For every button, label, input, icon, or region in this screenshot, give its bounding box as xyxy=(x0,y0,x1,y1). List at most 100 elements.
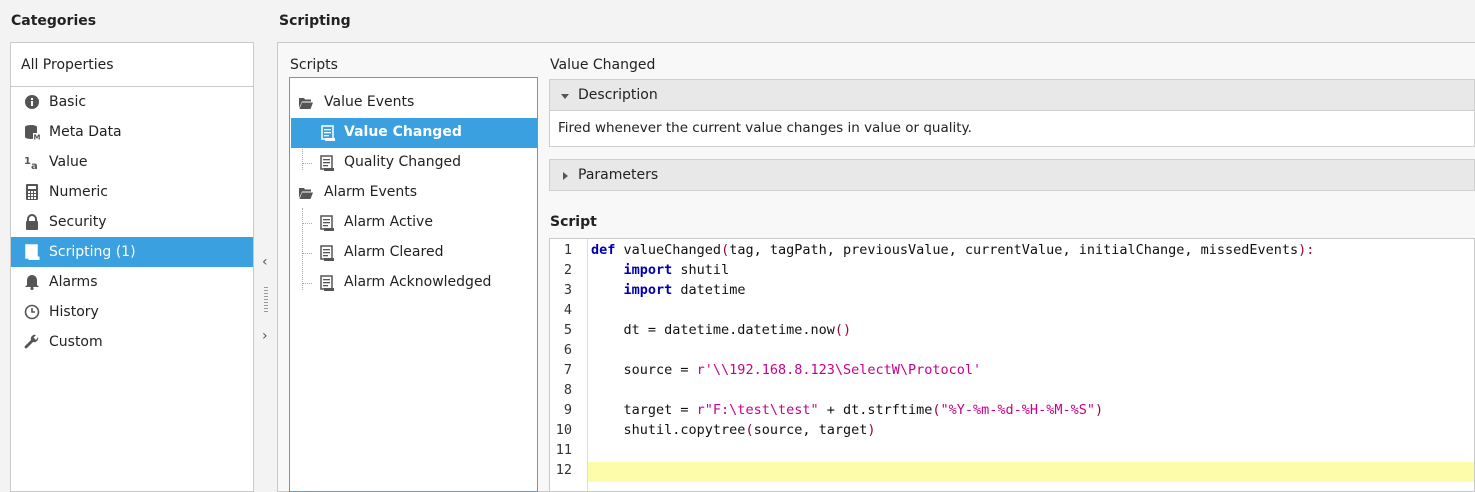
line-number-gutter: 1 2 3 4 5 6 7 8 9 10 11 12 xyxy=(550,239,588,491)
code-keyword: import xyxy=(623,282,673,298)
code-line-1: def valueChanged(tag, tagPath, previousV… xyxy=(591,242,1314,258)
code-text: + dt.strftime xyxy=(818,402,933,418)
parameters-label: Parameters xyxy=(578,167,659,183)
code-line-3: import datetime xyxy=(591,282,746,298)
category-meta-data[interactable]: M Meta Data xyxy=(11,117,253,147)
script-icon xyxy=(319,215,335,231)
description-text: Fired whenever the current value changes… xyxy=(549,111,1475,147)
code-text: target = xyxy=(623,402,697,418)
tree-label: Value Events xyxy=(324,94,415,110)
svg-text:a: a xyxy=(31,161,38,170)
line-number: 8 xyxy=(563,382,572,398)
database-icon: M xyxy=(24,124,40,140)
script-icon xyxy=(319,155,335,171)
tree-item-quality-changed[interactable]: Quality Changed xyxy=(290,148,537,178)
script-icon xyxy=(320,125,336,141)
tree-label: Alarm Active xyxy=(344,214,433,230)
categories-header: Categories xyxy=(11,13,97,29)
line-number: 3 xyxy=(563,282,572,298)
script-icon xyxy=(319,245,335,261)
line-number: 7 xyxy=(563,362,572,378)
code-line-5: dt = datetime.datetime.now() xyxy=(591,322,852,338)
category-value[interactable]: 1a Value xyxy=(11,147,253,177)
category-label: Basic xyxy=(49,94,87,110)
parameters-section-header[interactable]: Parameters xyxy=(549,159,1475,191)
category-label: History xyxy=(49,304,99,320)
category-history[interactable]: History xyxy=(11,297,253,327)
current-line-highlight xyxy=(588,462,1474,482)
code-paren: ( xyxy=(932,402,941,418)
code-string: r"F:\test\test" xyxy=(696,402,819,418)
caret-down-icon xyxy=(560,89,570,99)
tree-label: Quality Changed xyxy=(344,154,461,170)
calculator-icon xyxy=(24,184,40,200)
category-custom[interactable]: Custom xyxy=(11,327,253,357)
line-number: 6 xyxy=(563,342,572,358)
splitter-grip-icon[interactable] xyxy=(264,287,268,313)
expand-right-icon[interactable]: › xyxy=(262,328,268,344)
script-icon xyxy=(319,275,335,291)
line-number: 5 xyxy=(563,322,572,338)
line-number: 11 xyxy=(555,442,572,458)
tree-item-alarm-cleared[interactable]: Alarm Cleared xyxy=(290,238,537,268)
line-number: 12 xyxy=(555,462,572,478)
code-string: "%Y-%m-%d-%H-%M-%S" xyxy=(940,402,1095,418)
category-alarms[interactable]: Alarms xyxy=(11,267,253,297)
script-label: Script xyxy=(550,214,597,230)
description-section-header[interactable]: Description xyxy=(549,79,1475,111)
collapse-left-icon[interactable]: ‹ xyxy=(262,254,268,270)
script-editor[interactable]: 1 2 3 4 5 6 7 8 9 10 11 12 def valueChan… xyxy=(549,238,1475,492)
code-paren: ): xyxy=(1298,242,1315,258)
code-line-2: import shutil xyxy=(591,262,730,278)
tree-label: Value Changed xyxy=(344,124,462,140)
tree-folder-value-events[interactable]: Value Events xyxy=(290,88,537,118)
category-security[interactable]: Security xyxy=(11,207,253,237)
code-line-10: shutil.copytree(source, target) xyxy=(591,422,876,438)
line-number: 4 xyxy=(563,302,572,318)
categories-panel: All Properties Basic M Meta Data 1a Valu… xyxy=(10,42,254,492)
code-keyword: import xyxy=(623,262,673,278)
tree-item-value-changed[interactable]: Value Changed xyxy=(291,118,537,148)
category-label: All Properties xyxy=(21,57,114,73)
code-text: valueChanged xyxy=(615,242,722,258)
script-icon xyxy=(24,244,40,260)
scripting-header: Scripting xyxy=(279,13,351,29)
svg-text:M: M xyxy=(34,134,41,141)
code-line-9: target = r"F:\test\test" + dt.strftime("… xyxy=(591,402,1104,418)
detail-title: Value Changed xyxy=(550,57,656,73)
code-paren: ) xyxy=(867,422,876,438)
line-number: 1 xyxy=(563,242,572,258)
line-number: 2 xyxy=(563,262,572,278)
description-label: Description xyxy=(578,87,658,103)
code-text: shutil xyxy=(672,262,730,278)
lock-icon xyxy=(24,214,40,230)
svg-text:1: 1 xyxy=(24,156,31,167)
value-icon: 1a xyxy=(24,154,40,170)
category-scripting[interactable]: Scripting (1) xyxy=(11,237,253,267)
folder-open-icon xyxy=(298,185,314,201)
tree-item-alarm-active[interactable]: Alarm Active xyxy=(290,208,537,238)
clock-icon xyxy=(24,304,40,320)
category-label: Value xyxy=(49,154,88,170)
tree-label: Alarm Acknowledged xyxy=(344,274,492,290)
caret-right-icon xyxy=(560,169,570,180)
category-label: Scripting (1) xyxy=(49,244,136,260)
category-basic[interactable]: Basic xyxy=(11,87,253,117)
code-text: datetime xyxy=(672,282,746,298)
bell-icon xyxy=(24,274,40,290)
tree-folder-alarm-events[interactable]: Alarm Events xyxy=(290,178,537,208)
code-line-7: source = r'\\192.168.8.123\SelectW\Proto… xyxy=(591,362,982,378)
category-label: Custom xyxy=(49,334,103,350)
code-paren: ) xyxy=(1094,402,1104,418)
code-keyword: def xyxy=(591,242,616,258)
tree-item-alarm-acknowledged[interactable]: Alarm Acknowledged xyxy=(290,268,537,298)
category-label: Security xyxy=(49,214,107,230)
code-string: r'\\192.168.8.123\SelectW\Protocol' xyxy=(696,362,982,378)
panel-splitter[interactable]: ‹ › xyxy=(256,240,276,360)
category-numeric[interactable]: Numeric xyxy=(11,177,253,207)
category-all-properties[interactable]: All Properties xyxy=(11,43,253,87)
info-icon xyxy=(24,94,40,110)
wrench-icon xyxy=(24,334,40,350)
scripts-label: Scripts xyxy=(290,57,338,73)
code-text: source, target xyxy=(753,422,868,438)
